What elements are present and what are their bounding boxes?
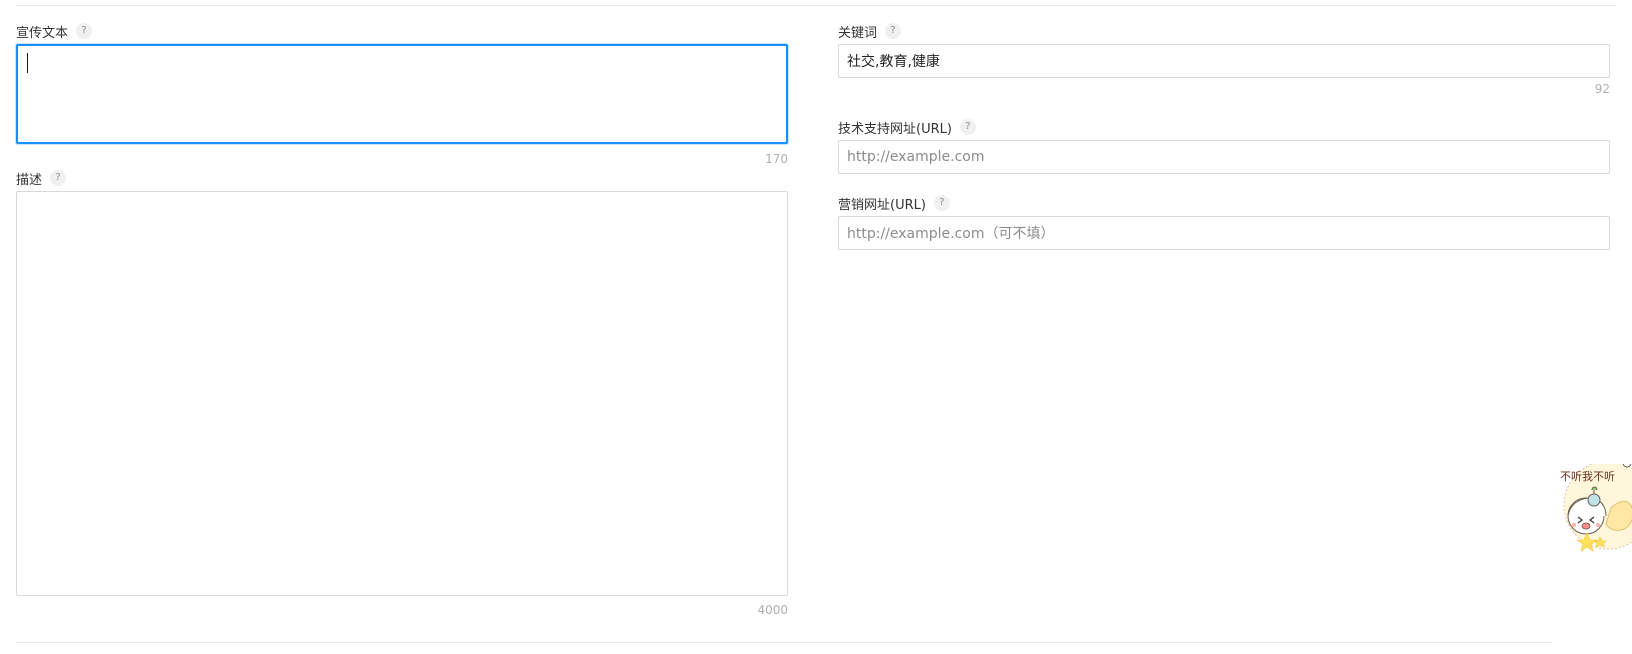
description-help-icon[interactable]: ?	[50, 170, 67, 186]
marketing-url-label-row: 营销网址(URL) ?	[838, 193, 1610, 213]
marketing-url-label: 营销网址(URL)	[838, 197, 926, 213]
support-url-field: 技术支持网址(URL) ? http://example.com	[838, 117, 1610, 174]
bottom-divider	[16, 642, 1552, 643]
marketing-url-help-icon[interactable]: ?	[933, 195, 950, 211]
support-url-label-row: 技术支持网址(URL) ?	[838, 117, 1610, 137]
keywords-field: 关键词 ? 社交,教育,健康 92	[838, 21, 1610, 97]
description-label: 描述	[16, 172, 43, 188]
promo-text-counter: 170	[765, 152, 788, 166]
marketing-url-placeholder: http://example.com（可不填）	[847, 226, 1055, 242]
description-label-row: 描述 ?	[16, 168, 788, 188]
promo-text-textarea[interactable]	[16, 44, 788, 144]
marketing-url-input[interactable]: http://example.com（可不填）	[838, 216, 1610, 250]
description-field: 描述 ? 4000	[16, 168, 788, 618]
form-page: 宣传文本 ? 170 描述 ? 4000 关键词 ? 社交,教育,健康 92 技…	[0, 0, 1632, 654]
keywords-value: 社交,教育,健康	[847, 54, 940, 70]
left-column: 宣传文本 ? 170 描述 ? 4000	[16, 0, 788, 654]
description-textarea[interactable]	[16, 191, 788, 596]
keywords-label: 关键词	[838, 25, 878, 41]
promo-text-field: 宣传文本 ? 170	[16, 21, 788, 167]
right-column: 关键词 ? 社交,教育,健康 92 技术支持网址(URL) ? http://e…	[838, 0, 1610, 654]
support-url-help-icon[interactable]: ?	[959, 119, 976, 135]
sticker-graphic: 不听我不听	[1560, 458, 1632, 552]
keywords-input[interactable]: 社交,教育,健康	[838, 44, 1610, 78]
support-url-input[interactable]: http://example.com	[838, 140, 1610, 174]
keywords-help-icon[interactable]: ?	[885, 23, 902, 39]
marketing-url-field: 营销网址(URL) ? http://example.com（可不填）	[838, 193, 1610, 250]
promo-text-label: 宣传文本	[16, 25, 69, 41]
cartoon-ghost-sticker-icon[interactable]: 不听我不听	[1556, 458, 1632, 560]
support-url-label: 技术支持网址(URL)	[838, 121, 952, 137]
text-caret	[27, 53, 28, 73]
promo-text-label-row: 宣传文本 ?	[16, 21, 788, 41]
sticker-text: 不听我不听	[1560, 470, 1615, 483]
keywords-label-row: 关键词 ?	[838, 21, 1610, 41]
description-counter: 4000	[757, 603, 788, 617]
support-url-placeholder: http://example.com	[847, 149, 985, 165]
promo-text-help-icon[interactable]: ?	[76, 23, 93, 39]
keywords-counter: 92	[1594, 82, 1610, 96]
